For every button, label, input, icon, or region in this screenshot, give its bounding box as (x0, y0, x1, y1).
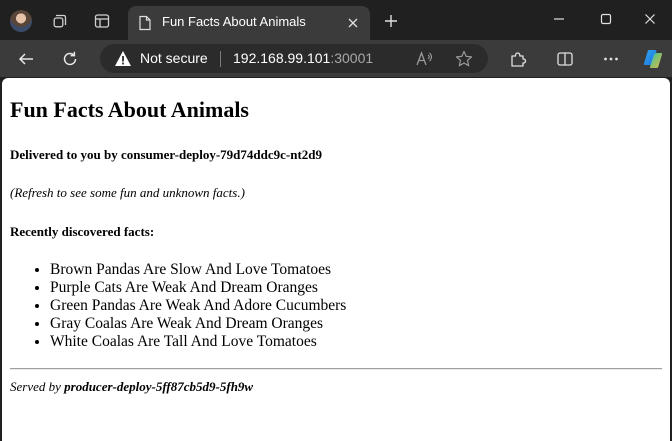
list-item: White Coalas Are Tall And Love Tomatoes (50, 333, 346, 351)
not-secure-label[interactable]: Not secure (140, 50, 208, 66)
refresh-note: (Refresh to see some fun and unknown fac… (10, 185, 245, 200)
active-tab[interactable]: Fun Facts About Animals (128, 6, 370, 40)
served-by-text: Served by producer-deploy-5ff87cb5d9-5fh… (10, 379, 253, 395)
navigation-toolbar: Not secure 192.168.99.101:30001 (0, 40, 672, 77)
address-bar[interactable]: Not secure 192.168.99.101:30001 (100, 44, 488, 73)
profile-avatar[interactable] (10, 10, 32, 32)
horizontal-rule (10, 368, 662, 370)
more-icon[interactable] (599, 47, 623, 71)
extensions-puzzle-icon[interactable] (506, 47, 530, 71)
served-by-host: producer-deploy-5ff87cb5d9-5fh9w (64, 379, 254, 394)
page-title: Fun Facts About Animals (10, 97, 249, 122)
copilot-icon[interactable] (641, 47, 665, 71)
tab-title: Fun Facts About Animals (162, 14, 306, 29)
minimize-icon[interactable] (544, 6, 574, 32)
refresh-icon[interactable] (58, 47, 82, 71)
list-item: Gray Coalas Are Weak And Dream Oranges (50, 315, 346, 333)
page-icon (139, 15, 151, 31)
split-screen-icon[interactable] (553, 47, 577, 71)
close-window-icon[interactable] (635, 6, 665, 32)
new-tab-plus-icon[interactable] (380, 10, 402, 32)
close-tab-icon[interactable] (344, 14, 362, 32)
favorites-star-icon[interactable] (454, 49, 474, 69)
browser-window: Fun Facts About Animals Not secure 192.1… (0, 0, 672, 441)
list-item: Purple Cats Are Weak And Dream Oranges (50, 279, 346, 297)
warning-icon[interactable] (114, 50, 132, 67)
served-by-prefix: Served by (10, 379, 61, 394)
read-aloud-icon[interactable] (415, 49, 435, 69)
list-item: Brown Pandas Are Slow And Love Tomatoes (50, 261, 346, 279)
maximize-icon[interactable] (591, 6, 621, 32)
workspaces-icon[interactable] (49, 10, 71, 32)
vertical-tabs-icon[interactable] (91, 10, 113, 32)
recent-facts-heading: Recently discovered facts: (10, 224, 155, 239)
url-host: 192.168.99.101 (233, 50, 331, 66)
facts-list: Brown Pandas Are Slow And Love Tomatoes … (10, 261, 346, 351)
url-port: :30001 (330, 50, 374, 66)
address-divider (220, 51, 221, 67)
page-viewport: Fun Facts About Animals Delivered to you… (2, 78, 670, 441)
url-text[interactable]: 192.168.99.101:30001 (233, 50, 373, 66)
back-arrow-icon[interactable] (14, 47, 38, 71)
delivered-by-text: Delivered to you by consumer-deploy-79d7… (10, 147, 322, 162)
tab-strip: Fun Facts About Animals (0, 0, 672, 40)
list-item: Green Pandas Are Weak And Adore Cucumber… (50, 297, 346, 315)
